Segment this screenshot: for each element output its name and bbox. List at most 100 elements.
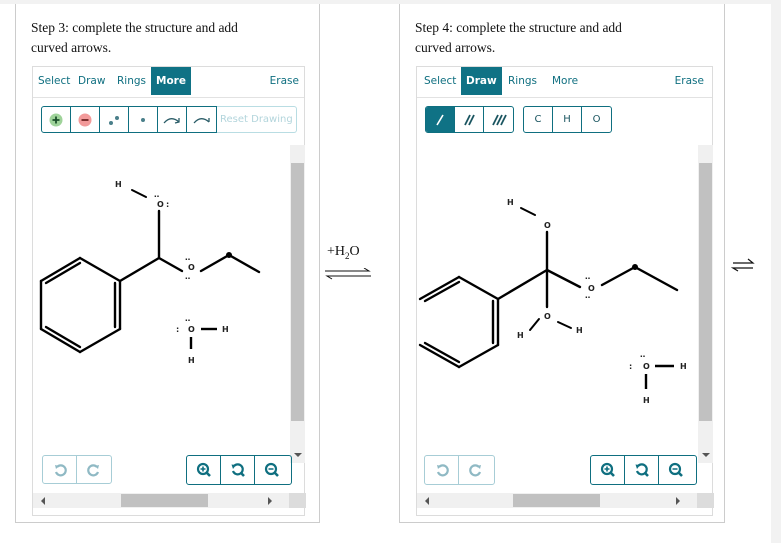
scroll-down-arrow-icon[interactable] [294,453,302,457]
erase-button[interactable]: Erase [670,67,709,95]
step4-molecule-canvas[interactable]: H O O ‥ ‥ O H H O ‥ : H H [417,149,697,449]
atom-o-hydroxyl: O [544,312,551,321]
c-o-bond [545,268,582,289]
o-h-bond [557,321,572,329]
undo-icon [54,463,67,476]
triple-bond-button[interactable] [484,107,513,132]
lone-pair-dots: ‥ [640,350,645,359]
undo-button[interactable] [43,456,77,483]
reset-drawing-button[interactable]: Reset Drawing [217,106,297,133]
redo-icon [87,463,100,476]
atom-selection-dot [226,252,232,258]
atom-h-button[interactable]: H [553,107,582,132]
single-bond-icon [436,114,444,125]
step3-toolbar-tabs: Select Draw Rings More Erase [33,67,304,98]
vertical-scroll-thumb[interactable] [699,163,712,421]
horizontal-scroll-thumb[interactable] [121,494,208,507]
vertical-scroll-thumb[interactable] [291,163,304,421]
tab-draw[interactable]: Draw [73,67,110,95]
tab-more[interactable]: More [547,67,583,95]
atom-h: H [507,198,514,207]
benzene-double-bond [423,341,461,364]
atom-h: H [188,356,195,365]
single-bond-button[interactable] [426,107,455,132]
lone-pair-button[interactable] [100,107,129,132]
o-h-bond [529,318,540,331]
single-electron-arrow-button[interactable] [187,107,216,132]
benzene-bond [418,343,461,369]
step4-editor: Select Draw Rings More Erase C H O H O O… [416,66,714,516]
tab-rings[interactable]: Rings [503,67,542,95]
horizontal-scrollbar[interactable] [417,493,697,508]
scroll-left-arrow-icon[interactable] [41,497,45,505]
atom-o-hydroxyl: O [157,200,164,209]
add-charge-button[interactable] [42,107,71,132]
scroll-down-arrow-icon[interactable] [702,453,710,457]
bond-tool-group [425,106,514,133]
remove-charge-button[interactable] [71,107,100,132]
tab-rings[interactable]: Rings [112,67,151,95]
atom-c-button[interactable]: C [524,107,553,132]
lone-pair-dots: : [176,325,179,334]
tab-more[interactable]: More [151,67,191,95]
equilibrium-arrow-icon [731,258,755,272]
atom-o-water: O [643,362,650,371]
curved-arrow-single-icon [193,117,210,123]
tab-select[interactable]: Select [33,67,75,95]
step3-tool-group [41,106,217,133]
undo-button[interactable] [425,456,459,484]
zoom-in-button[interactable] [591,456,625,484]
reset-zoom-button[interactable] [221,456,255,484]
right-margin [771,4,781,543]
undo-redo-group [424,455,495,485]
lone-pair-icon [109,115,119,125]
o-h-bond [131,189,147,198]
tab-draw[interactable]: Draw [461,67,502,95]
c-ring-bond [118,256,161,283]
atom-o-hydroxyl: O [544,221,551,230]
redo-icon [469,464,482,477]
step3-molecule-canvas[interactable]: H O ‥ : O ‥ ‥ O ‥ : H H [33,149,289,449]
step3-editor: Select Draw Rings More Erase Reset Drawi… [32,66,306,516]
tab-select[interactable]: Select [419,67,461,95]
double-bond-button[interactable] [455,107,484,132]
zoom-out-button[interactable] [659,456,693,484]
scroll-left-arrow-icon[interactable] [425,497,429,505]
reagent-label: +H2O [327,244,360,261]
zoom-out-button[interactable] [255,456,289,484]
minus-charge-icon [78,113,92,126]
curved-arrow-double-icon [163,117,180,124]
benzene-bond [39,256,82,283]
vertical-scrollbar[interactable] [698,145,713,463]
ch2-ch3-bond [633,265,679,292]
reset-zoom-button[interactable] [625,456,659,484]
atom-o-button[interactable]: O [582,107,611,132]
radical-button[interactable] [129,107,158,132]
step4-title: Step 4: complete the structure and add c… [415,18,622,58]
scroll-right-arrow-icon[interactable] [268,497,272,505]
equilibrium-arrow-icon [325,268,371,280]
lone-pair-dots: ‥ [154,190,159,199]
redo-button[interactable] [77,456,111,483]
lone-pair-dots: ‥ [185,314,190,323]
undo-icon [436,464,449,477]
vertical-scrollbar[interactable] [290,145,305,463]
horizontal-scroll-thumb[interactable] [513,494,600,507]
step3-title: Step 3: complete the structure and add c… [31,18,238,58]
step4-title-line2: curved arrows. [415,40,496,55]
scroll-right-arrow-icon[interactable] [676,497,680,505]
step4-title-line1: Step 4: complete the structure and add [415,20,622,35]
atom-h: H [643,396,650,405]
redo-button[interactable] [459,456,493,484]
benzene-bond [418,275,461,301]
scrollbar-corner [697,493,714,508]
erase-button[interactable]: Erase [265,67,304,95]
zoom-in-button[interactable] [187,456,221,484]
triple-bond-icon [491,114,507,125]
horizontal-scrollbar[interactable] [33,493,289,508]
step3-title-line1: Step 3: complete the structure and add [31,20,238,35]
step4-panel: Step 4: complete the structure and add c… [399,4,725,523]
lone-pair-dots: ‥ [185,272,190,281]
electron-pair-arrow-button[interactable] [158,107,187,132]
lone-pair-dots: ‥ [185,253,190,262]
